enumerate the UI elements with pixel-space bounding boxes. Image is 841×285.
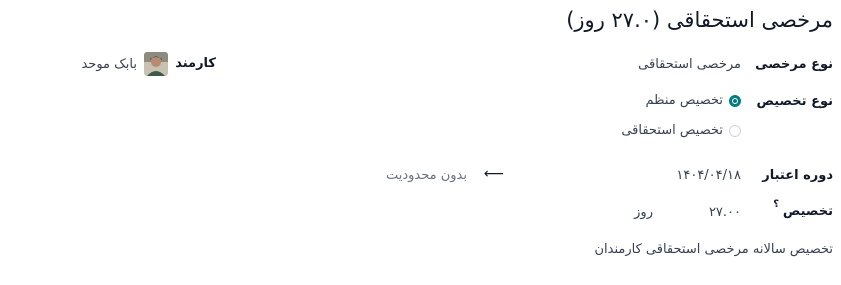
radio-unchecked-icon bbox=[729, 124, 741, 137]
allocation-type-regular-option[interactable]: تخصیص منظم bbox=[646, 93, 741, 108]
allocation-type-regular-label: تخصیص منظم bbox=[645, 93, 723, 108]
allocation-type-label: نوع تخصیص bbox=[756, 94, 833, 109]
leave-type-label: نوع مرخصی bbox=[755, 57, 833, 72]
page-title: مرخصی استحقاقی (۲۷.۰ روز) bbox=[566, 8, 833, 32]
allocation-amount-field[interactable]: ۲۷.۰۰ bbox=[709, 205, 741, 220]
validity-period-label: دوره اعتبار bbox=[762, 168, 833, 183]
validity-start-date-field[interactable]: ۱۴۰۴/۰۴/۱۸ bbox=[676, 168, 741, 183]
leave-allocation-form: { "form": { "title": "مرخصی استحقاقی (۲۷… bbox=[0, 0, 841, 285]
employee-label: کارمند bbox=[175, 56, 216, 71]
description-field[interactable]: تخصیص سالانه مرخصی استحقاقی کارمندان bbox=[594, 242, 833, 257]
leave-type-field[interactable]: مرخصی استحقاقی bbox=[638, 57, 741, 72]
arrow-right-icon: ⟵ bbox=[483, 166, 504, 182]
employee-field[interactable]: بابک موحد bbox=[81, 57, 137, 72]
avatar bbox=[144, 52, 168, 76]
allocation-type-accrual-option[interactable]: تخصیص استحقاقی bbox=[621, 123, 741, 138]
allocation-type-accrual-label: تخصیص استحقاقی bbox=[621, 123, 723, 138]
help-icon[interactable]: ؟ bbox=[773, 199, 779, 210]
allocation-unit: روز bbox=[634, 205, 653, 220]
employee-avatar[interactable] bbox=[144, 52, 168, 80]
allocation-label: تخصیص bbox=[782, 204, 833, 219]
radio-checked-icon bbox=[729, 94, 741, 107]
validity-end-date-field[interactable]: بدون محدودیت bbox=[386, 168, 467, 183]
